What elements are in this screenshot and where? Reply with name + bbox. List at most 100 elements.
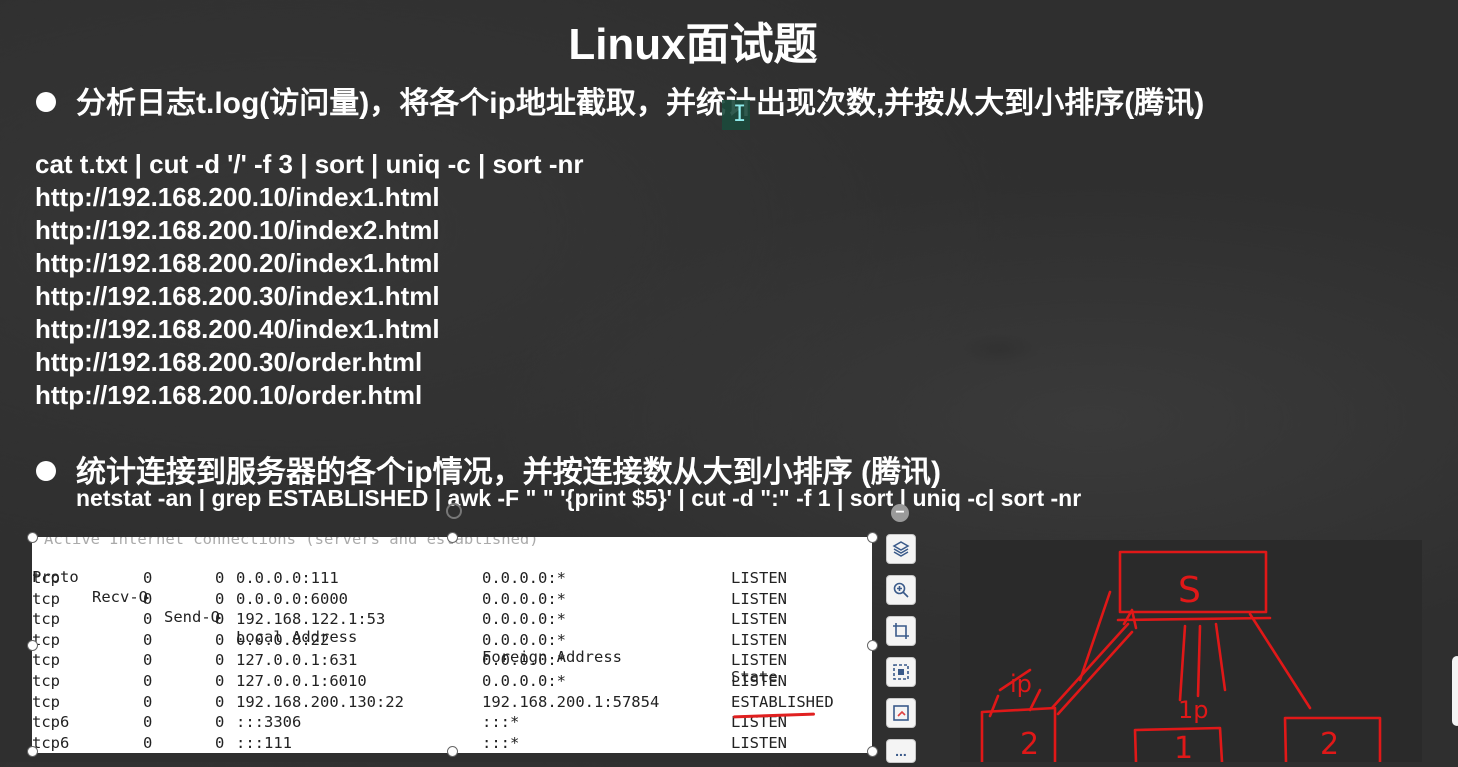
cell-recv-q: 0: [143, 733, 153, 752]
cell-send-q: 0: [215, 589, 225, 608]
cell-send-q: 0: [215, 610, 225, 629]
cell-local-address: :::111: [236, 733, 292, 752]
resize-handle[interactable]: [27, 640, 38, 651]
cell-local-address: 192.168.122.1:53: [236, 610, 386, 629]
terminal-header-row: Proto Recv-Q Send-Q Local Address Foreig…: [32, 547, 872, 686]
collapse-toolbar-button[interactable]: −: [891, 504, 909, 522]
cell-foreign-address: 0.0.0.0:*: [482, 569, 566, 587]
cell-send-q: 0: [215, 713, 225, 732]
client-label: ip: [1010, 670, 1032, 698]
cell-foreign-address: :::*: [482, 733, 520, 752]
cell-send-q: 0: [215, 733, 225, 752]
resize-handle[interactable]: [447, 746, 458, 757]
code-line: http://192.168.200.30/index1.html: [35, 281, 440, 311]
resize-handle[interactable]: [27, 746, 38, 757]
page-title: Linux面试题: [568, 20, 818, 69]
cell-foreign-address: 0.0.0.0:*: [482, 651, 566, 670]
fit-screen-button[interactable]: [886, 657, 916, 687]
resize-handle[interactable]: [867, 532, 878, 543]
cell-send-q: 0: [215, 651, 225, 670]
question-1: 分析日志t.log(访问量)，将各个ip地址截取，并统计出现次数,并按从大到小排…: [36, 78, 1204, 122]
cell-state: LISTEN: [731, 733, 787, 752]
cell-local-address: 127.0.0.1:6010: [236, 672, 367, 690]
cell-recv-q: 0: [143, 610, 153, 629]
edit-image-icon: [893, 705, 909, 721]
cell-local-address: :::3306: [236, 713, 302, 732]
box-label: 2: [1020, 727, 1039, 762]
cell-recv-q: 0: [143, 589, 153, 608]
cell-foreign-address: 192.168.200.1:57854: [482, 692, 660, 711]
server-label: S: [1178, 570, 1201, 611]
resize-handle[interactable]: [447, 532, 458, 543]
cell-local-address: 0.0.0.0:111: [236, 569, 339, 587]
cell-proto: tcp: [32, 569, 60, 587]
table-row: tcp 0 0 192.168.200.130:22 192.168.200.1:578…: [32, 692, 872, 712]
more-icon: ...: [895, 743, 907, 759]
more-button[interactable]: ...: [886, 739, 916, 763]
table-row: tcp 0 0 127.0.0.1:631 0.0.0.0:* LISTEN: [32, 650, 872, 670]
code-line: cat t.txt | cut -d '/' -f 3 | sort | uni…: [35, 149, 584, 179]
cell-local-address: 0.0.0.0:22: [236, 630, 330, 649]
crop-button[interactable]: [886, 616, 916, 646]
cell-proto: tcp: [32, 651, 60, 670]
hand-drawing: S ip 1p 2 1 2: [960, 540, 1422, 766]
network-sketch: S ip 1p 2 1 2: [980, 550, 1382, 766]
bullet-icon: [36, 92, 56, 113]
cell-state: LISTEN: [731, 610, 787, 629]
code-line: http://192.168.200.20/index1.html: [35, 248, 440, 278]
code-line: http://192.168.200.30/order.html: [35, 347, 423, 377]
cell-foreign-address: 0.0.0.0:*: [482, 610, 566, 629]
cell-state: LISTEN: [731, 630, 787, 649]
cell-local-address: 0.0.0.0:6000: [236, 589, 348, 608]
box-label: 1: [1174, 731, 1193, 762]
cell-foreign-address: 0.0.0.0:*: [482, 672, 566, 690]
rotate-handle[interactable]: [446, 503, 462, 519]
cell-send-q: 0: [215, 672, 225, 690]
cell-state: LISTEN: [731, 589, 787, 608]
cell-state: LISTEN: [731, 651, 787, 670]
cell-state: ESTABLISHED: [731, 692, 834, 711]
table-row: tcp 0 0 0.0.0.0:22 0.0.0.0:* LISTEN: [32, 630, 872, 650]
table-row: tcp 0 0 127.0.0.1:6010 0.0.0.0:* LISTEN: [32, 671, 872, 691]
table-row: tcp 0 0 0.0.0.0:6000 0.0.0.0:* LISTEN: [32, 589, 872, 609]
cell-proto: tcp: [32, 692, 60, 711]
layers-button[interactable]: [886, 534, 916, 564]
resize-handle[interactable]: [27, 532, 38, 543]
cell-recv-q: 0: [143, 651, 153, 670]
cell-proto: tcp: [32, 672, 60, 690]
cell-send-q: 0: [215, 692, 225, 711]
cell-foreign-address: :::*: [482, 713, 520, 732]
cell-recv-q: 0: [143, 569, 153, 587]
table-row: tcp 0 0 192.168.122.1:53 0.0.0.0:* LISTEN: [32, 609, 872, 629]
fit-screen-icon: [893, 664, 909, 680]
text-cursor-icon: I: [722, 100, 750, 130]
cell-state: LISTEN: [731, 672, 787, 690]
cell-proto: tcp: [32, 589, 60, 608]
cell-send-q: 0: [215, 630, 225, 649]
question-2-command: netstat -an | grep ESTABLISHED | awk -F …: [76, 485, 1082, 511]
cell-send-q: 0: [215, 569, 225, 587]
zoom-in-button[interactable]: [886, 575, 916, 605]
cell-state: LISTEN: [731, 569, 787, 587]
cell-recv-q: 0: [143, 672, 153, 690]
edit-image-button[interactable]: [886, 698, 916, 728]
cell-proto: tcp: [32, 610, 60, 629]
side-scroll-tab[interactable]: [1452, 656, 1458, 726]
resize-handle[interactable]: [867, 746, 878, 757]
cell-recv-q: 0: [143, 630, 153, 649]
cell-recv-q: 0: [143, 692, 153, 711]
code-line: http://192.168.200.10/index1.html: [35, 182, 440, 212]
zoom-in-icon: [893, 582, 909, 598]
code-line: http://192.168.200.40/index1.html: [35, 314, 440, 344]
netstat-screenshot[interactable]: Active Internet connections (servers and…: [32, 537, 872, 753]
table-row: tcp 0 0 0.0.0.0:111 0.0.0.0:* LISTEN: [32, 568, 872, 588]
code-line: http://192.168.200.10/index2.html: [35, 215, 440, 245]
box-label: 2: [1320, 727, 1339, 762]
code-block: cat t.txt | cut -d '/' -f 3 | sort | uni…: [35, 148, 583, 412]
bullet-icon: [36, 461, 56, 482]
code-line: http://192.168.200.10/order.html: [35, 380, 423, 410]
cell-recv-q: 0: [143, 713, 153, 732]
resize-handle[interactable]: [867, 640, 878, 651]
question-1-text: 分析日志t.log(访问量)，将各个ip地址截取，并统计出现次数,并按从大到小排…: [76, 87, 1205, 120]
cell-foreign-address: 0.0.0.0:*: [482, 630, 566, 649]
